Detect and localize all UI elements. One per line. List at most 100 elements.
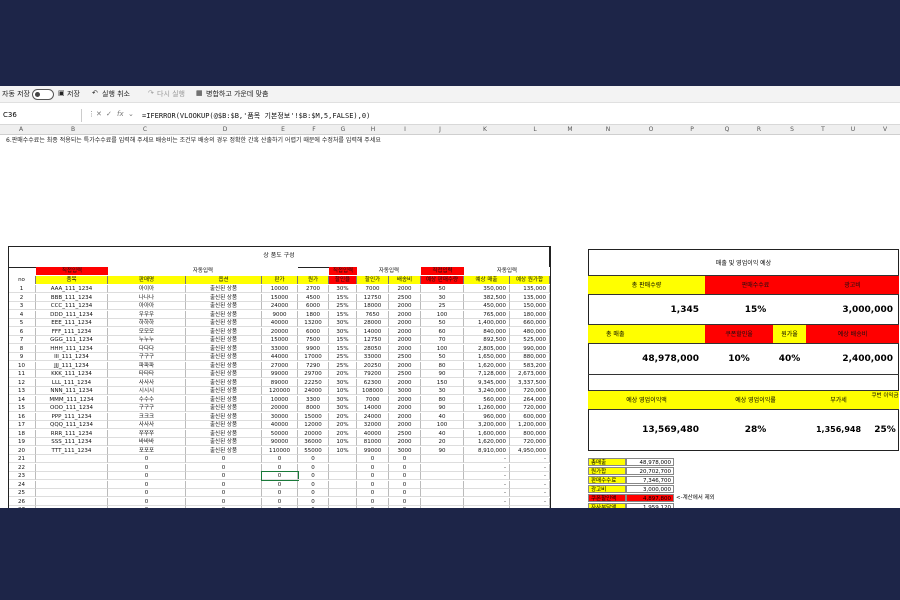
table-cell[interactable]: 7000 <box>357 395 389 404</box>
table-cell[interactable]: 출신된 상품 <box>186 302 262 310</box>
table-cell[interactable]: 3300 <box>298 395 329 404</box>
column-header-a[interactable]: A <box>11 125 31 134</box>
table-cell[interactable]: 30 <box>421 293 464 302</box>
table-cell[interactable]: 90000 <box>262 438 298 446</box>
table-cell[interactable]: 0 <box>357 463 389 472</box>
table-cell[interactable]: 사사사 <box>108 421 186 429</box>
table-cell[interactable]: 0 <box>357 472 389 480</box>
table-cell[interactable]: - <box>464 489 510 497</box>
table-cell[interactable]: 출신된 상품 <box>186 319 262 327</box>
table-cell[interactable] <box>36 497 108 506</box>
table-cell[interactable]: 0 <box>108 455 186 463</box>
table-cell[interactable]: 25% <box>329 361 357 370</box>
table-cell[interactable]: 0 <box>298 480 329 489</box>
table-cell[interactable]: 99000 <box>262 370 298 378</box>
table-cell[interactable]: 0 <box>389 455 421 463</box>
table-cell[interactable]: 33000 <box>262 344 298 353</box>
column-header-n[interactable]: N <box>598 125 618 134</box>
table-cell[interactable]: 100 <box>421 310 464 319</box>
table-cell[interactable] <box>36 472 108 480</box>
table-cell[interactable]: 9,345,000 <box>464 378 510 387</box>
table-cell[interactable]: 0 <box>298 463 329 472</box>
table-cell[interactable]: 20% <box>329 370 357 378</box>
table-cell[interactable] <box>329 489 357 497</box>
table-cell[interactable]: 2000 <box>389 336 421 344</box>
table-cell[interactable]: 0 <box>389 480 421 489</box>
table-cell[interactable]: 99000 <box>357 446 389 455</box>
table-row-no[interactable]: 11 <box>8 370 36 378</box>
table-cell[interactable]: 3000 <box>389 446 421 455</box>
save-button[interactable]: 저장 <box>67 89 80 99</box>
table-cell[interactable]: 출신된 상품 <box>186 293 262 302</box>
table-cell[interactable]: - <box>510 480 550 489</box>
table-cell[interactable]: 2000 <box>389 327 421 336</box>
table-cell[interactable]: 80 <box>421 361 464 370</box>
table-cell[interactable]: 0 <box>298 506 329 508</box>
table-cell[interactable]: - <box>510 506 550 508</box>
column-header-d[interactable]: D <box>215 125 235 134</box>
table-cell[interactable]: 40000 <box>262 421 298 429</box>
table-cell[interactable]: 15% <box>329 293 357 302</box>
table-cell[interactable]: 0 <box>108 497 186 506</box>
table-cell[interactable]: - <box>510 455 550 463</box>
table-cell[interactable]: 출신된 상품 <box>186 310 262 319</box>
table-cell[interactable]: 0 <box>298 472 329 480</box>
table-cell[interactable]: 24000 <box>357 412 389 421</box>
table-row-no[interactable]: 19 <box>8 438 36 446</box>
table-cell[interactable]: FFF_111_1234 <box>36 327 108 336</box>
table-cell[interactable]: 15% <box>329 310 357 319</box>
table-cell[interactable]: 50 <box>421 353 464 361</box>
table-cell[interactable]: 22250 <box>298 378 329 387</box>
table-cell[interactable]: 20% <box>329 421 357 429</box>
name-box[interactable]: C36 <box>0 109 82 122</box>
table-cell[interactable]: RRR_111_1234 <box>36 429 108 438</box>
table-cell[interactable]: 0 <box>262 489 298 497</box>
table-cell[interactable]: 1800 <box>298 310 329 319</box>
table-cell[interactable]: 0 <box>357 489 389 497</box>
table-row-no[interactable]: 23 <box>8 472 36 480</box>
table-cell[interactable] <box>36 506 108 508</box>
column-header-e[interactable]: E <box>273 125 293 134</box>
table-cell[interactable]: 10000 <box>262 395 298 404</box>
table-cell[interactable]: 출신된 상품 <box>186 412 262 421</box>
table-cell[interactable]: 14000 <box>357 327 389 336</box>
table-cell[interactable]: 33000 <box>357 353 389 361</box>
table-cell[interactable]: 80 <box>421 395 464 404</box>
table-cell[interactable] <box>421 489 464 497</box>
table-cell[interactable]: 4500 <box>298 293 329 302</box>
table-cell[interactable]: 25% <box>329 353 357 361</box>
table-row-no[interactable]: 13 <box>8 387 36 395</box>
table-row-no[interactable]: 18 <box>8 429 36 438</box>
table-cell[interactable]: 15% <box>329 344 357 353</box>
table-cell[interactable]: 25 <box>421 302 464 310</box>
table-cell[interactable]: 출신된 상품 <box>186 378 262 387</box>
table-cell[interactable]: 40000 <box>357 429 389 438</box>
table-cell[interactable]: 3,200,000 <box>464 421 510 429</box>
table-cell[interactable]: 2000 <box>389 395 421 404</box>
table-cell[interactable]: 0 <box>389 463 421 472</box>
table-cell[interactable]: 55000 <box>298 446 329 455</box>
table-cell[interactable]: 0 <box>186 455 262 463</box>
column-header-o[interactable]: O <box>641 125 661 134</box>
table-cell[interactable]: 7000 <box>357 285 389 293</box>
table-cell[interactable]: 150 <box>421 378 464 387</box>
save-icon[interactable]: ▣ <box>58 89 65 97</box>
table-cell[interactable]: 0 <box>357 480 389 489</box>
column-header-j[interactable]: J <box>430 125 450 134</box>
table-cell[interactable]: 108000 <box>357 387 389 395</box>
table-cell[interactable] <box>329 472 357 480</box>
table-cell[interactable]: 출신된 상품 <box>186 361 262 370</box>
table-cell[interactable]: 2,673,000 <box>510 370 550 378</box>
table-cell[interactable]: 나나나 <box>108 293 186 302</box>
table-cell[interactable]: 720,000 <box>510 404 550 412</box>
table-cell[interactable]: 아이아 <box>108 285 186 293</box>
table-cell[interactable]: 15000 <box>262 293 298 302</box>
table-cell[interactable]: 0 <box>186 489 262 497</box>
table-cell[interactable]: 50000 <box>262 429 298 438</box>
table-cell[interactable]: 892,500 <box>464 336 510 344</box>
table-cell[interactable]: 2500 <box>389 353 421 361</box>
table-cell[interactable]: 480,000 <box>510 327 550 336</box>
table-cell[interactable]: 0 <box>262 506 298 508</box>
table-cell[interactable]: 2000 <box>389 302 421 310</box>
table-cell[interactable]: 0 <box>108 472 186 480</box>
